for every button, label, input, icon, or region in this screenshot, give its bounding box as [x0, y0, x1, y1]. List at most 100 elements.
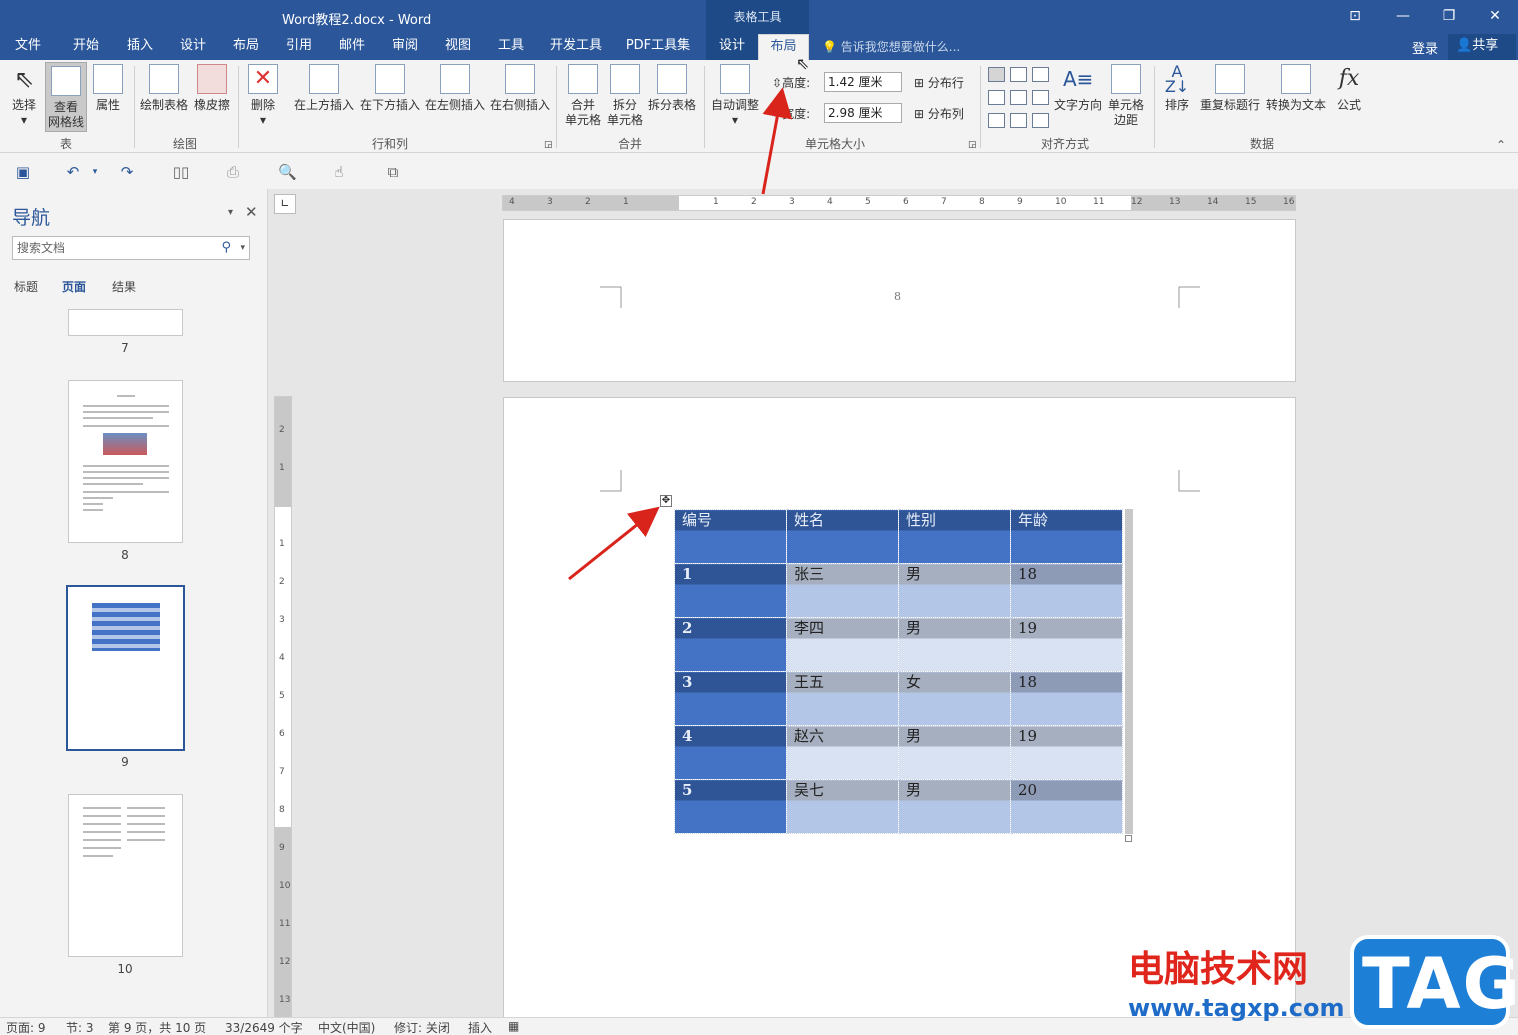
tab-review[interactable]: 审阅 [385, 34, 425, 60]
two-pages-icon[interactable]: ▯▯ [172, 163, 190, 181]
formula-button[interactable]: fx 公式 [1332, 64, 1366, 113]
nav-tab-results[interactable]: 结果 [112, 278, 136, 295]
status-track-changes[interactable]: 修订: 关闭 [394, 1019, 450, 1035]
tab-developer[interactable]: 开发工具 [545, 34, 607, 60]
table-cell-id[interactable]: 3 [674, 671, 787, 726]
page-thumbnail-10[interactable] [68, 794, 183, 957]
insert-right-button[interactable]: 在右侧插入 [488, 64, 552, 113]
status-page[interactable]: 页面: 9 [6, 1019, 46, 1035]
macro-record-icon[interactable]: ▦ [508, 1019, 519, 1033]
table-cell[interactable]: 王五 [786, 671, 899, 726]
nav-search-input[interactable]: 搜索文档 ⚲ ▾ [12, 236, 250, 260]
table-cell[interactable]: 男 [898, 779, 1011, 834]
table-cell-id[interactable]: 2 [674, 617, 787, 672]
repeat-header-rows-button[interactable]: 重复标题行 [1198, 64, 1262, 113]
insert-below-button[interactable]: 在下方插入 [358, 64, 422, 113]
merge-cells-button[interactable]: 合并 单元格 [562, 64, 604, 128]
text-direction-button[interactable]: A≡ 文字方向 [1052, 64, 1104, 113]
tab-design[interactable]: 设计 [173, 34, 213, 60]
status-page-of[interactable]: 第 9 页，共 10 页 [108, 1019, 206, 1035]
table-header-cell[interactable]: 姓名 [786, 509, 899, 564]
insert-left-button[interactable]: 在左侧插入 [423, 64, 487, 113]
table-cell[interactable]: 男 [898, 617, 1011, 672]
table-cell-id[interactable]: 4 [674, 725, 787, 780]
table-resize-handle-icon[interactable] [1125, 835, 1132, 842]
tab-table-design[interactable]: 设计 [706, 34, 758, 60]
document-table[interactable]: 编号 姓名 性别 年龄 1 张三 男 18 2 李四 男 19 3 王五 女 1… [674, 509, 1123, 834]
table-cell[interactable]: 18 [1010, 563, 1123, 618]
table-header-cell[interactable]: 性别 [898, 509, 1011, 564]
tab-tools[interactable]: 工具 [491, 34, 531, 60]
redo-icon[interactable]: ↷ [118, 163, 136, 181]
ribbon-display-options-button[interactable]: ⊡ [1340, 4, 1370, 28]
table-cell[interactable]: 20 [1010, 779, 1123, 834]
table-cell[interactable]: 张三 [786, 563, 899, 618]
search-dropdown-icon[interactable]: ▾ [240, 237, 245, 259]
draw-table-button[interactable]: 绘制表格 [138, 64, 190, 113]
tab-pdf-tools[interactable]: PDF工具集 [620, 34, 696, 60]
tab-selector[interactable]: ∟ [274, 194, 296, 214]
maximize-button[interactable]: ❐ [1434, 4, 1464, 28]
page-thumbnail-9[interactable] [66, 585, 185, 751]
cell-size-dialog-launcher-icon[interactable]: ◲ [968, 140, 977, 150]
print-preview-icon[interactable]: 🔍 [278, 163, 297, 181]
align-middle-right-icon[interactable] [1032, 90, 1049, 105]
align-bottom-left-icon[interactable] [988, 113, 1005, 128]
nav-close-icon[interactable]: ✕ [245, 203, 258, 221]
align-middle-left-icon[interactable] [988, 90, 1005, 105]
table-cell-id[interactable]: 1 [674, 563, 787, 618]
table-cell[interactable]: 男 [898, 725, 1011, 780]
align-bottom-center-icon[interactable] [1010, 113, 1027, 128]
table-header-cell[interactable]: 编号 [674, 509, 787, 564]
print-icon[interactable]: ⎙ [224, 163, 242, 181]
column-width-spinner[interactable]: 2.98 厘米 [824, 103, 902, 123]
page-8[interactable]: 8 [503, 219, 1296, 382]
split-table-button[interactable]: 拆分表格 [646, 64, 698, 113]
page-thumbnail-8[interactable] [68, 380, 183, 543]
select-button[interactable]: ⇖ 选择 ▾ [6, 64, 42, 128]
collapse-ribbon-icon[interactable]: ⌃ [1496, 138, 1506, 152]
status-word-count[interactable]: 33/2649 个字 [225, 1019, 303, 1035]
delete-button[interactable]: ✕ 删除 ▾ [244, 64, 282, 128]
undo-dropdown-icon[interactable]: ▾ [86, 163, 104, 181]
align-middle-center-icon[interactable] [1010, 90, 1027, 105]
table-header-cell[interactable]: 年龄 [1010, 509, 1123, 564]
align-top-left-icon[interactable] [988, 67, 1005, 82]
tab-references[interactable]: 引用 [279, 34, 319, 60]
horizontal-ruler[interactable]: 4 3 2 1 1 2 3 4 5 6 7 8 9 10 11 12 13 14 15 16 [502, 195, 1296, 211]
touch-mode-icon[interactable]: ☝ [330, 163, 348, 181]
table-move-handle-icon[interactable]: ✥ [660, 495, 672, 507]
table-cell[interactable]: 18 [1010, 671, 1123, 726]
eraser-button[interactable]: 橡皮擦 [192, 64, 232, 113]
row-height-spinner[interactable]: 1.42 厘米 [824, 72, 902, 92]
tab-insert[interactable]: 插入 [120, 34, 160, 60]
split-cells-button[interactable]: 拆分 单元格 [604, 64, 646, 128]
rows-cols-dialog-launcher-icon[interactable]: ◲ [544, 140, 553, 150]
table-cell-id[interactable]: 5 [674, 779, 787, 834]
share-button[interactable]: 👤共享 [1448, 34, 1516, 60]
table-cell[interactable]: 男 [898, 563, 1011, 618]
nav-tab-headings[interactable]: 标题 [14, 278, 38, 295]
tell-me-box[interactable]: 💡 告诉我您想要做什么... [822, 38, 960, 55]
distribute-rows-button[interactable]: ⊞ 分布行 [914, 74, 964, 91]
tab-mailings[interactable]: 邮件 [332, 34, 372, 60]
align-top-center-icon[interactable] [1010, 67, 1027, 82]
vertical-ruler[interactable]: 2 1 1 2 3 4 5 6 7 8 9 10 11 12 13 [274, 396, 292, 1017]
sort-button[interactable]: A Z↓ 排序 [1160, 64, 1194, 113]
align-bottom-right-icon[interactable] [1032, 113, 1049, 128]
cell-margins-button[interactable]: 单元格 边距 [1104, 64, 1148, 128]
distribute-columns-button[interactable]: ⊞ 分布列 [914, 105, 964, 122]
save-icon[interactable]: ▣ [14, 163, 32, 181]
table-cell[interactable]: 吴七 [786, 779, 899, 834]
undo-icon[interactable]: ↶ [64, 163, 82, 181]
tab-file[interactable]: 文件 [8, 34, 48, 60]
align-top-right-icon[interactable] [1032, 67, 1049, 82]
nav-tab-pages[interactable]: 页面 [62, 278, 86, 295]
convert-to-text-button[interactable]: 转换为文本 [1264, 64, 1328, 113]
properties-button[interactable]: 属性 [90, 64, 126, 113]
status-section[interactable]: 节: 3 [66, 1019, 94, 1035]
login-link[interactable]: 登录 [1412, 38, 1438, 57]
table-cell[interactable]: 赵六 [786, 725, 899, 780]
insert-above-button[interactable]: 在上方插入 [292, 64, 356, 113]
view-gridlines-button[interactable]: 查看 网格线 [45, 62, 87, 132]
